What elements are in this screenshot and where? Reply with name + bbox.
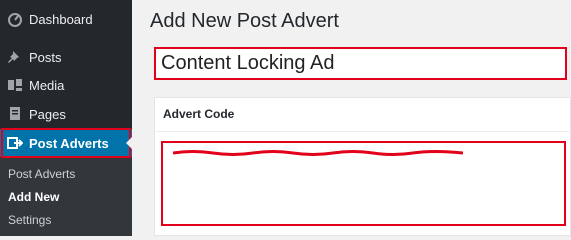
pages-icon xyxy=(5,104,25,124)
dashboard-icon xyxy=(5,9,25,29)
pin-icon xyxy=(5,47,25,67)
sidebar-item-media[interactable]: Media xyxy=(0,71,132,99)
submenu-item-add-new[interactable]: Add New xyxy=(8,190,59,204)
sidebar-item-label: Pages xyxy=(29,106,66,122)
advert-code-label: Advert Code xyxy=(163,107,235,121)
sidebar-item-label: Posts xyxy=(29,49,62,65)
sidebar-item-pages[interactable]: Pages xyxy=(0,100,132,128)
advert-icon xyxy=(5,133,25,153)
page-title: Add New Post Advert xyxy=(150,10,339,32)
submenu-item-post-adverts[interactable]: Post Adverts xyxy=(8,167,75,181)
sidebar-item-post-adverts[interactable]: Post Adverts xyxy=(0,129,132,157)
redacted-code-line xyxy=(173,150,463,156)
post-adverts-submenu: Post Adverts Add New Settings xyxy=(0,158,132,236)
sidebar-item-label: Media xyxy=(29,77,65,93)
submenu-item-settings[interactable]: Settings xyxy=(8,213,51,227)
media-icon xyxy=(5,75,25,95)
sidebar-item-label: Post Adverts xyxy=(29,135,109,151)
advert-title-input[interactable] xyxy=(154,47,567,80)
sidebar-item-dashboard[interactable]: Dashboard xyxy=(0,5,132,33)
sidebar-item-label: Dashboard xyxy=(29,11,93,27)
sidebar-item-posts[interactable]: Posts xyxy=(0,43,132,71)
admin-sidebar: Dashboard Posts Media Pages Post Adverts… xyxy=(0,0,132,236)
advert-code-header: Advert Code xyxy=(155,98,570,132)
advert-code-panel: Advert Code xyxy=(154,97,571,236)
advert-code-textarea[interactable] xyxy=(161,141,566,226)
main-content: Add New Post Advert Advert Code xyxy=(132,0,571,236)
